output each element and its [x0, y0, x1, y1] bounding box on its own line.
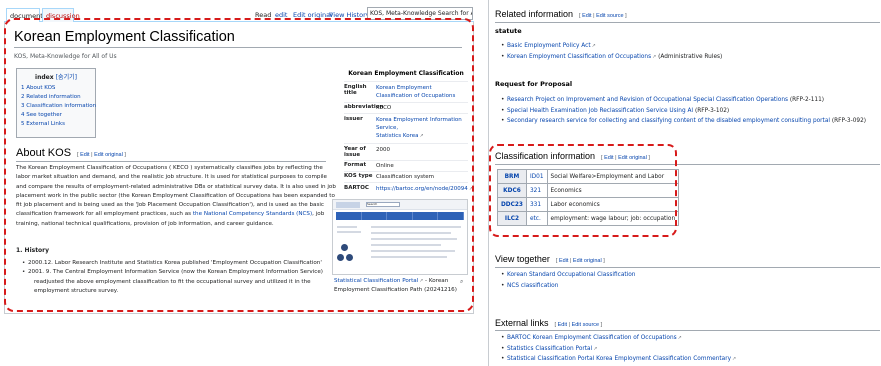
- search-input[interactable]: KOS, Meta-Knowledge Search for All: [367, 7, 473, 20]
- issuer-link-keis[interactable]: Korea Employment Information Service,: [376, 116, 468, 132]
- external-links-list: BARTOC Korean Employment Classification …: [501, 333, 736, 365]
- page-tab-bar: document discussion Read edit Edit origi…: [4, 4, 474, 22]
- toc-hide-link[interactable]: [숨기기]: [56, 74, 77, 81]
- toc-item-about[interactable]: 1 About KOS: [21, 84, 91, 93]
- statute-link[interactable]: Korean Employment Classification of Occu…: [507, 54, 656, 60]
- infobox-row: abbreviation KECO: [344, 102, 468, 113]
- related-divider: [495, 22, 880, 23]
- rfp-heading: Request for Proposal: [495, 80, 573, 88]
- list-item: Korean Employment Classification of Occu…: [501, 52, 722, 63]
- infobox-row: Year of issue 2000: [344, 143, 468, 160]
- edit-links-related[interactable]: [ Edit | Edit source ]: [579, 13, 627, 19]
- list-item: Secondary research service for collectin…: [501, 116, 866, 127]
- list-item: Statistics Classification Portal: [501, 344, 736, 355]
- bartoc-link[interactable]: https://bartoc.org/en/node/20094: [376, 185, 473, 194]
- list-item: 2000.12. Labor Research Institute and St…: [22, 259, 338, 269]
- list-item: 2001. 9. The Central Employment Informat…: [22, 268, 338, 296]
- infobox-row: BARTOC https://bartoc.org/en/node/20094: [344, 182, 468, 196]
- about-divider: [16, 161, 326, 162]
- rfp-list: Research Project on Improvement and Revi…: [501, 95, 866, 127]
- portal-caption-link[interactable]: Statistical Classification Portal: [334, 278, 423, 284]
- edit-links-about[interactable]: [ Edit | Edit original ]: [77, 152, 126, 158]
- infobox-row: KOS type Classification system: [344, 171, 468, 182]
- portal-search-box: Search: [366, 202, 400, 207]
- statute-heading: statute: [495, 27, 522, 35]
- tab-edit[interactable]: edit: [272, 8, 290, 22]
- view-together-link[interactable]: Korean Standard Occupational Classificat…: [507, 272, 635, 278]
- history-heading: 1. History: [16, 247, 50, 254]
- table-row: ILC2 etc. employment: wage labour; job: oc…: [497, 211, 680, 226]
- list-item: NCS classification: [501, 281, 635, 292]
- view-together-divider: [495, 267, 880, 268]
- section-heading-related: Related information[ Edit | Edit source …: [495, 9, 627, 19]
- classification-table: BRM ID01 Social Welfare>Employment and Lab…: [497, 169, 680, 226]
- list-item: Special Health Examination Job Reclassif…: [501, 106, 866, 117]
- portal-header: Search: [333, 200, 467, 210]
- section-heading-classification: Classification information[ Edit | Edit …: [495, 151, 650, 161]
- table-row: BRM ID01 Social Welfare>Employment and Lab…: [497, 169, 680, 184]
- person-icon: [341, 244, 348, 251]
- toc-item-external-links[interactable]: 5 External Links: [21, 120, 91, 129]
- magnify-icon[interactable]: ⌕: [460, 278, 463, 286]
- toc-title: index [숨기기]: [35, 74, 77, 81]
- person-icon: [346, 254, 353, 261]
- list-item: BARTOC Korean Employment Classification …: [501, 333, 736, 344]
- infobox: Korean Employment Classification English…: [344, 70, 468, 196]
- rfp-link[interactable]: Secondary research service for collectin…: [507, 118, 830, 124]
- portal-logo: [336, 201, 360, 208]
- portal-nav-bar: [336, 212, 464, 220]
- page-title: Korean Employment Classification: [14, 29, 235, 45]
- portal-thumbnail-image[interactable]: Search: [332, 199, 468, 275]
- ncs-link[interactable]: the National Competency Standards (NCS): [193, 211, 312, 217]
- classification-divider: [495, 164, 880, 165]
- statute-list: Basic Employment Policy Act Korean Emplo…: [501, 41, 722, 62]
- edit-links-view-together[interactable]: [ Edit | Edit original ]: [556, 258, 605, 264]
- tab-document[interactable]: document: [6, 8, 43, 22]
- tab-read[interactable]: Read: [252, 8, 274, 22]
- about-paragraph: The Korean Employment Classification of …: [16, 165, 336, 227]
- panel-divider: [488, 0, 489, 366]
- rfp-link[interactable]: Research Project on Improvement and Revi…: [507, 97, 788, 103]
- issuer-link-statistics-korea[interactable]: Statistics Korea: [376, 132, 468, 141]
- site-subtitle: KOS, Meta-Knowledge for All of Us: [14, 53, 117, 60]
- toc-item-see-together[interactable]: 4 See together: [21, 111, 91, 120]
- list-item: Research Project on Improvement and Revi…: [501, 95, 866, 106]
- infobox-row: English title Korean Employment Classific…: [344, 81, 468, 102]
- edit-links-classification[interactable]: [ Edit | Edit original ]: [601, 155, 650, 161]
- history-list: 2000.12. Labor Research Institute and St…: [22, 259, 338, 296]
- view-together-list: Korean Standard Occupational Classificat…: [501, 270, 635, 291]
- section-heading-about: About KOS[ Edit | Edit original ]: [16, 147, 126, 159]
- external-links-divider: [495, 330, 880, 331]
- table-row: DDC23 331 Labor economics: [497, 197, 680, 212]
- list-item: Statistical Classification Portal Korea …: [501, 354, 736, 365]
- list-item: Basic Employment Policy Act: [501, 41, 722, 52]
- tab-view-history[interactable]: View History: [326, 8, 373, 22]
- edit-links-external[interactable]: [ Edit | Edit source ]: [555, 322, 603, 328]
- table-of-contents: index [숨기기] 1 About KOS 2 Related inform…: [16, 68, 96, 138]
- title-divider: [14, 47, 462, 48]
- infobox-row: issuer Korea Employment Information Servi…: [344, 113, 468, 143]
- section-heading-view-together: View together[ Edit | Edit original ]: [495, 254, 605, 264]
- infobox-row: Format Online: [344, 160, 468, 171]
- portal-body: [333, 222, 467, 274]
- external-link[interactable]: Statistical Classification Portal Korea …: [507, 356, 736, 362]
- infobox-title: Korean Employment Classification: [348, 70, 464, 77]
- table-row: KDC6 321 Economics: [497, 183, 680, 198]
- external-link[interactable]: Statistics Classification Portal: [507, 346, 597, 352]
- statute-link[interactable]: Basic Employment Policy Act: [507, 43, 596, 49]
- view-together-link[interactable]: NCS classification: [507, 283, 558, 289]
- toc-item-classification[interactable]: 3 Classification information: [21, 102, 96, 111]
- rfp-link[interactable]: Special Health Examination Job Reclassif…: [507, 108, 693, 114]
- section-heading-external-links: External links[ Edit | Edit source ]: [495, 318, 603, 328]
- external-link[interactable]: BARTOC Korean Employment Classification …: [507, 335, 682, 341]
- toc-item-related[interactable]: 2 Related information: [21, 93, 91, 102]
- tab-discussion[interactable]: discussion: [42, 8, 80, 22]
- infobox-english-title-link[interactable]: Korean Employment Classification of Occu…: [376, 84, 468, 100]
- person-icon: [337, 254, 344, 261]
- portal-image-caption: Statistical Classification Portal - Kore…: [334, 277, 470, 294]
- list-item: Korean Standard Occupational Classificat…: [501, 270, 635, 281]
